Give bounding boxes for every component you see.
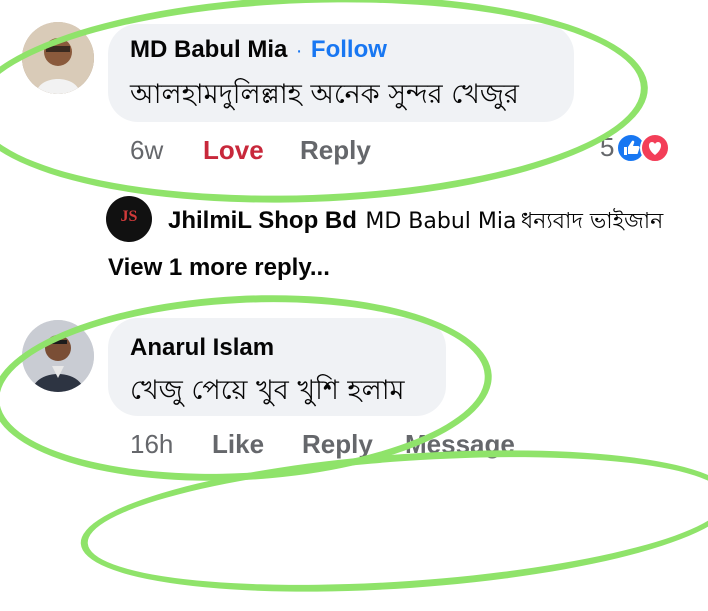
comment-time[interactable]: 6w bbox=[130, 135, 163, 166]
comment-time[interactable]: 16h bbox=[130, 429, 173, 460]
avatar[interactable] bbox=[22, 320, 94, 392]
profile-photo-icon bbox=[22, 22, 94, 94]
reaction-summary[interactable]: 5 bbox=[600, 132, 671, 163]
reaction-count: 5 bbox=[600, 132, 615, 162]
reply-line: JhilmiL Shop Bd MD Babul Mia ধন্যবাদ ভাই… bbox=[168, 204, 663, 241]
comment-text: আলহামদুলিল্লাহ অনেক সুন্দর খেজুর bbox=[130, 79, 519, 110]
comment-text: খেজু পেয়ে খুব খুশি হলাম bbox=[130, 375, 405, 406]
shop-logo-text: JS bbox=[120, 208, 138, 225]
reply-text: ধন্যবাদ ভাইজান bbox=[520, 209, 664, 234]
reply-mention[interactable]: MD Babul Mia bbox=[365, 209, 516, 234]
reply-button[interactable]: Reply bbox=[302, 429, 373, 460]
comment-author[interactable]: MD Babul Mia bbox=[130, 36, 287, 63]
reply-author[interactable]: JhilmiL Shop Bd bbox=[168, 207, 357, 234]
view-more-replies-link[interactable]: View 1 more reply... bbox=[108, 254, 330, 282]
comment-author[interactable]: Anarul Islam bbox=[130, 334, 274, 362]
follow-button[interactable]: Follow bbox=[311, 36, 387, 63]
heart-reaction-icon bbox=[640, 132, 671, 163]
comment-header: MD Babul Mia · Follow bbox=[130, 36, 387, 64]
love-button[interactable]: Love bbox=[203, 135, 264, 166]
like-button[interactable]: Like bbox=[212, 429, 264, 460]
shop-avatar[interactable]: JS bbox=[106, 196, 152, 242]
avatar[interactable] bbox=[22, 22, 94, 94]
profile-photo-icon bbox=[22, 320, 94, 392]
separator-dot: · bbox=[295, 40, 303, 62]
reply-button[interactable]: Reply bbox=[300, 135, 371, 166]
message-button[interactable]: Message bbox=[405, 429, 515, 460]
